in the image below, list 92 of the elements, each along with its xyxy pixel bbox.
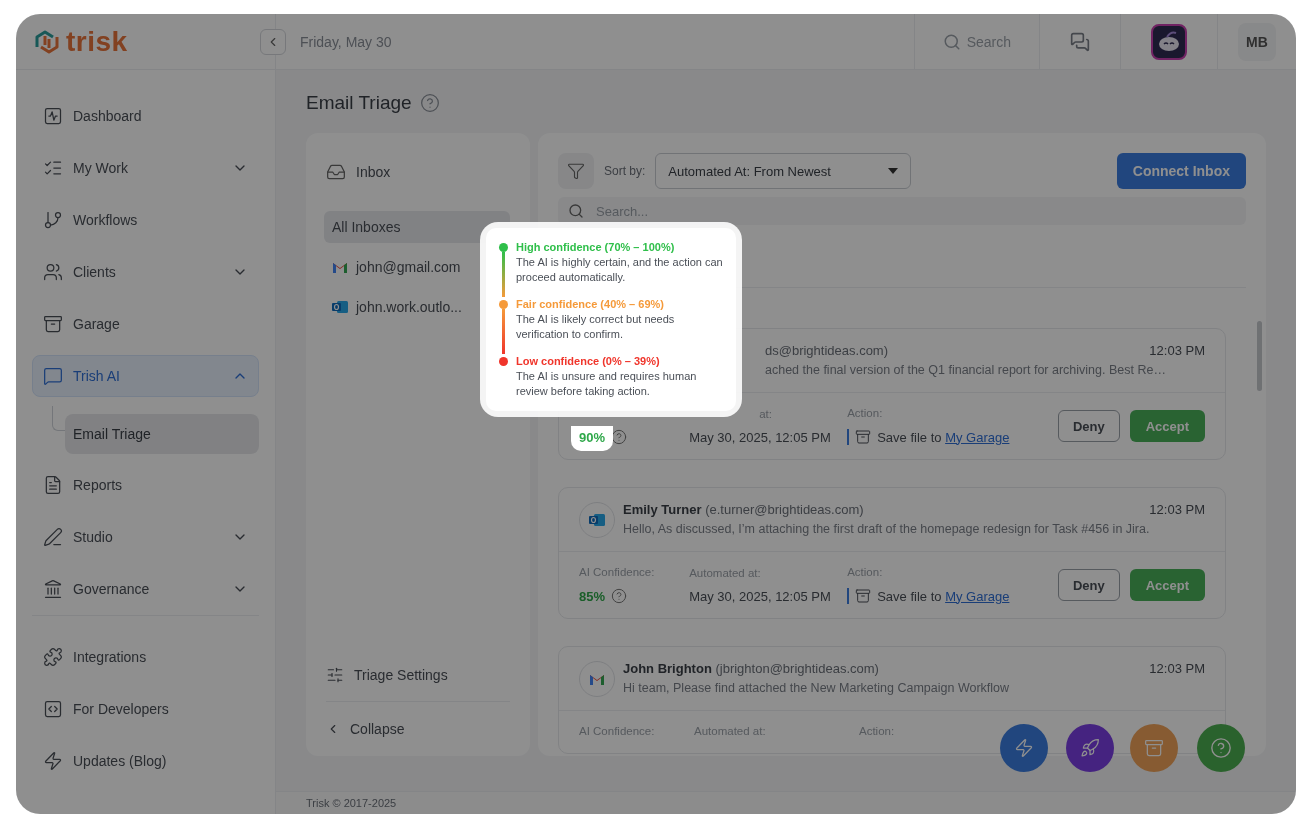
sliders-icon <box>326 665 344 684</box>
launch-button[interactable] <box>1066 724 1114 772</box>
chat-button[interactable] <box>1070 31 1090 52</box>
chat-icon <box>1070 31 1090 52</box>
garage-link[interactable]: My Garage <box>945 588 1010 604</box>
confidence-label: AI Confidence: <box>579 566 656 580</box>
level-description: The AI is highly certain, and the action can proceed automatically. <box>516 255 724 285</box>
nav-item[interactable]: Studio <box>32 516 259 558</box>
nav-icon <box>43 106 63 126</box>
automated-label: Automated at: <box>694 725 767 739</box>
deny-button[interactable]: Deny <box>1057 569 1120 601</box>
nav-item[interactable]: Clients <box>32 251 259 293</box>
nav-icon <box>43 527 63 547</box>
email-time: 12:03 PM <box>1149 661 1205 676</box>
action-text: Save file to My Garage <box>877 588 1010 604</box>
archive-icon <box>1144 738 1164 758</box>
nav-icon <box>43 475 63 495</box>
automated-value: May 30, 2025, 12:05 PM <box>689 588 832 604</box>
nav-item[interactable]: Workflows <box>32 199 259 241</box>
nav-item[interactable]: For Developers <box>32 688 259 730</box>
lightning-icon <box>1014 738 1034 758</box>
email-preview: Hi team, Please find attached the New Marketing Campaign Workflow <box>623 681 1011 695</box>
help-icon <box>1210 737 1232 759</box>
action-label: Action: <box>847 566 884 580</box>
gmail-icon <box>332 261 348 273</box>
archive-icon <box>855 429 872 445</box>
nav-item[interactable]: Trish AI <box>32 355 259 397</box>
triage-settings-button[interactable]: Triage Settings <box>326 648 510 702</box>
confidence-value: 85% <box>579 588 606 604</box>
connect-inbox-button[interactable]: Connect Inbox <box>1116 153 1246 189</box>
action-text: Save file to My Garage <box>877 429 1010 445</box>
nav-icon <box>43 647 63 667</box>
confidence-value: 90% <box>571 425 614 451</box>
search-icon <box>942 32 961 51</box>
confidence-label: AI Confidence: <box>579 725 656 739</box>
page-title: Email Triage <box>306 92 412 114</box>
nav-item[interactable]: Reports <box>32 464 259 506</box>
inbox-icon <box>326 162 346 182</box>
help-button[interactable] <box>1197 724 1245 772</box>
brand-name: trisk <box>66 25 128 58</box>
garage-link[interactable]: My Garage <box>945 429 1010 445</box>
sort-label: Sort by: <box>604 164 646 178</box>
level-title: High confidence (70% – 100%) <box>516 240 676 255</box>
sender-text: John Brighton (jbrighton@brightideas.com) <box>623 661 879 676</box>
nav-icon <box>43 314 63 334</box>
nav-icon <box>43 751 63 771</box>
action-label: Action: <box>859 725 896 739</box>
sort-select[interactable]: Automated At: From Newest <box>655 153 912 189</box>
email-preview: Hello, As discussed, I’m attaching the first draft of the homepage redesign for Task #456 in Jira. <box>623 522 1151 536</box>
inbox-item[interactable]: All Inboxes <box>324 211 510 243</box>
date-text: Friday, May 30 <box>300 33 392 50</box>
email-time: 12:03 PM <box>1149 343 1205 358</box>
nav-item[interactable]: My Work <box>32 147 259 189</box>
caret-icon <box>888 168 899 174</box>
filter-icon <box>567 162 585 180</box>
copyright-text: Trisk © 2017-2025 <box>276 791 1296 814</box>
automated-value: May 30, 2025, 12:05 PM <box>689 429 832 445</box>
automated-label: Automated at: <box>689 566 762 581</box>
email-time: 12:03 PM <box>1149 502 1205 517</box>
help-icon[interactable] <box>611 429 628 445</box>
scrollbar-thumb[interactable] <box>1257 321 1262 391</box>
level-title: Fair confidence (40% – 69%) <box>516 297 665 312</box>
quick-action-button[interactable] <box>1000 724 1048 772</box>
nav-item[interactable]: Updates (Blog) <box>32 740 259 782</box>
nav-item[interactable]: Dashboard <box>32 95 259 137</box>
collapse-button[interactable]: Collapse <box>326 702 510 756</box>
nav-subitem[interactable]: Email Triage <box>65 414 259 454</box>
nav-icon <box>43 210 63 230</box>
bot-avatar-icon[interactable] <box>1151 23 1187 60</box>
nav-icon <box>43 262 63 282</box>
sender-text: ds@brightideas.com) <box>765 343 889 358</box>
inbox-title: Inbox <box>356 164 391 180</box>
email-preview: ached the final version of the Q1 financial report for archiving. Best Re… <box>765 363 1167 377</box>
nav-icon <box>43 699 63 719</box>
archive-icon <box>855 588 872 604</box>
nav-item[interactable]: Governance <box>32 568 259 610</box>
deny-button[interactable]: Deny <box>1057 410 1120 442</box>
nav-item[interactable]: Garage <box>32 303 259 345</box>
nav-icon <box>43 579 63 599</box>
search-icon <box>568 203 584 219</box>
outlook-icon <box>332 300 348 314</box>
email-card[interactable] <box>558 487 1226 619</box>
nav-item[interactable]: Integrations <box>32 636 259 678</box>
rocket-icon <box>1080 738 1100 758</box>
gmail-icon <box>589 673 605 685</box>
nav-icon <box>43 366 63 386</box>
outlook-icon <box>589 513 605 527</box>
user-avatar[interactable]: MB <box>1238 22 1276 61</box>
action-label: Action: <box>847 407 884 421</box>
sender-text: Emily Turner (e.turner@brightideas.com) <box>623 502 864 517</box>
archive-button[interactable] <box>1130 724 1178 772</box>
filter-button[interactable] <box>558 153 594 189</box>
